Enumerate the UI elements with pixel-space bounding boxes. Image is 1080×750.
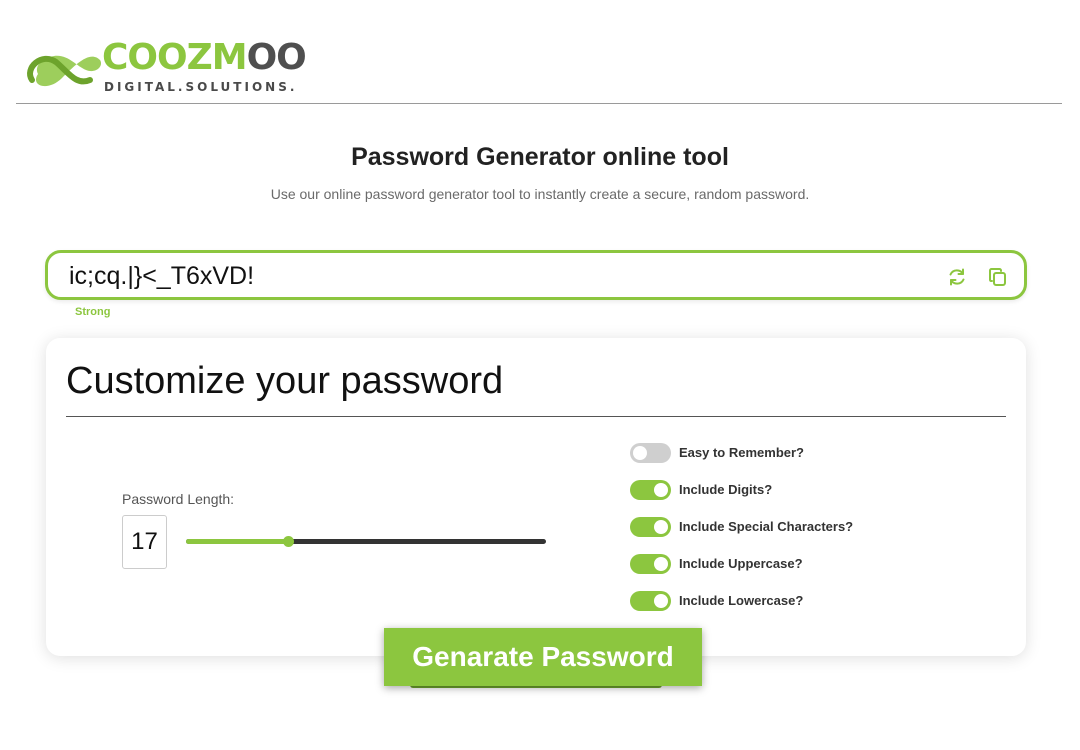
option-label: Easy to Remember? [679, 445, 804, 460]
password-value[interactable]: ic;cq.|}<_T6xVD! [69, 262, 254, 291]
password-length-slider[interactable] [186, 536, 546, 547]
toggle-knob [654, 520, 668, 534]
brand-logo[interactable]: COOZMOO DIGITAL.SOLUTIONS. [24, 40, 314, 100]
toggle-knob [654, 557, 668, 571]
option-label: Include Uppercase? [679, 556, 803, 571]
password-length-input[interactable]: 17 [122, 515, 167, 569]
brand-wordmark: COOZMOO [102, 37, 307, 78]
refresh-icon[interactable] [946, 266, 968, 288]
option-toggle[interactable] [630, 517, 671, 537]
option-row[interactable]: Easy to Remember? [630, 443, 930, 465]
option-label: Include Digits? [679, 482, 773, 497]
option-toggle[interactable] [630, 480, 671, 500]
slider-fill [186, 539, 288, 544]
password-length-label: Password Length: [122, 491, 235, 507]
option-row[interactable]: Include Lowercase? [630, 591, 930, 613]
toggle-knob [654, 483, 668, 497]
infinity-logo-icon [27, 55, 102, 87]
option-row[interactable]: Include Special Characters? [630, 517, 930, 539]
password-output-field[interactable]: ic;cq.|}<_T6xVD! [45, 250, 1027, 300]
option-toggle[interactable] [630, 591, 671, 611]
title-divider [66, 416, 1006, 417]
copy-icon[interactable] [987, 266, 1009, 288]
page-subtitle: Use our online password generator tool t… [270, 186, 810, 202]
toggle-knob [654, 594, 668, 608]
brand-name-part1: COOZM [102, 37, 248, 78]
customize-title: Customize your password [66, 360, 504, 402]
password-strength-label: Strong [75, 306, 111, 318]
option-toggle[interactable] [630, 443, 671, 463]
customize-panel: Customize your password Password Length:… [46, 338, 1026, 656]
generate-password-button[interactable]: Genarate Password [384, 628, 702, 686]
toggle-knob [633, 446, 647, 460]
site-header: COOZMOO DIGITAL.SOLUTIONS. [16, 0, 1062, 104]
page-title: Password Generator online tool [351, 143, 729, 171]
option-toggle[interactable] [630, 554, 671, 574]
option-label: Include Lowercase? [679, 593, 804, 608]
option-row[interactable]: Include Uppercase? [630, 554, 930, 576]
option-row[interactable]: Include Digits? [630, 480, 930, 502]
brand-tagline: DIGITAL.SOLUTIONS. [104, 80, 298, 94]
slider-thumb[interactable] [282, 536, 294, 547]
brand-name-part2: OO [246, 37, 307, 78]
option-label: Include Special Characters? [679, 519, 854, 534]
